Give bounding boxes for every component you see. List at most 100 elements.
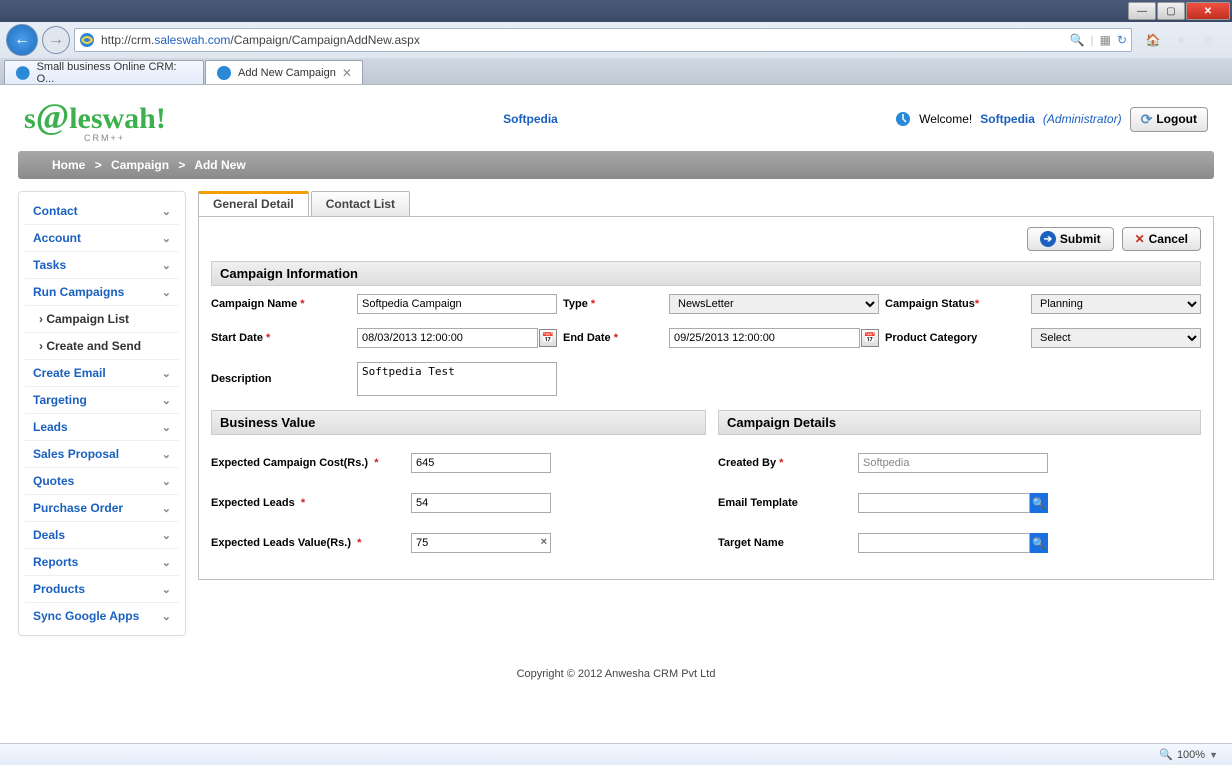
type-select[interactable]: NewsLetter xyxy=(669,294,879,314)
window-maximize-button[interactable]: ▢ xyxy=(1157,2,1185,20)
user-role: (Administrator) xyxy=(1043,112,1122,126)
status-label: Campaign Status* xyxy=(885,298,1025,310)
chevron-down-icon: ⌄ xyxy=(162,232,171,245)
settings-gear-icon[interactable]: ⚙ xyxy=(1200,31,1218,49)
cost-label: Expected Campaign Cost(Rs.) * xyxy=(211,457,411,469)
chevron-down-icon: ⌄ xyxy=(162,367,171,380)
logo[interactable]: s@leswah! CRM++ xyxy=(24,95,166,143)
search-icon[interactable]: 🔍 xyxy=(1070,33,1085,47)
sidebar-item-quotes[interactable]: Quotes⌄ xyxy=(25,468,179,495)
chevron-down-icon: ⌄ xyxy=(162,259,171,272)
description-textarea[interactable]: Softpedia Test xyxy=(357,362,557,396)
chevron-down-icon: ⌄ xyxy=(162,556,171,569)
breadcrumb-item: Add New xyxy=(194,158,245,172)
leads-input[interactable] xyxy=(411,493,551,513)
section-business-value: Business Value xyxy=(211,410,706,435)
end-date-input[interactable] xyxy=(669,328,860,348)
chevron-down-icon: ⌄ xyxy=(162,286,171,299)
welcome-label: Welcome! xyxy=(919,112,972,126)
tab-contact-list[interactable]: Contact List xyxy=(311,191,410,216)
cancel-icon: ✕ xyxy=(1135,232,1145,246)
sidebar-item-reports[interactable]: Reports⌄ xyxy=(25,549,179,576)
sidebar-item-leads[interactable]: Leads⌄ xyxy=(25,414,179,441)
sidebar-sub-campaign-list[interactable]: Campaign List xyxy=(25,306,179,333)
sidebar-item-campaigns[interactable]: Run Campaigns⌄ xyxy=(25,279,179,306)
leads-value-input[interactable] xyxy=(411,533,551,553)
tab-label: Add New Campaign xyxy=(238,67,336,79)
window-title-bar: — ▢ ✕ xyxy=(0,0,1232,22)
product-category-label: Product Category xyxy=(885,332,1025,344)
breadcrumb-item[interactable]: Home xyxy=(52,158,85,172)
campaign-name-input[interactable] xyxy=(357,294,557,314)
chevron-down-icon: ⌄ xyxy=(162,502,171,515)
browser-tab-2[interactable]: Add New Campaign ✕ xyxy=(205,60,363,84)
footer-copyright: Copyright © 2012 Anwesha CRM Pvt Ltd xyxy=(0,648,1232,700)
header-link[interactable]: Softpedia xyxy=(503,112,558,126)
close-tab-icon[interactable]: ✕ xyxy=(342,66,352,80)
cancel-button[interactable]: ✕Cancel xyxy=(1122,227,1201,251)
sidebar-item-tasks[interactable]: Tasks⌄ xyxy=(25,252,179,279)
window-minimize-button[interactable]: — xyxy=(1128,2,1156,20)
sidebar-item-sync-google[interactable]: Sync Google Apps⌄ xyxy=(25,603,179,629)
lookup-icon[interactable]: 🔍 xyxy=(1030,533,1048,553)
favorites-icon[interactable]: ★ xyxy=(1172,31,1190,49)
start-date-input[interactable] xyxy=(357,328,538,348)
end-date-label: End Date * xyxy=(563,332,663,344)
calendar-icon[interactable]: 📅 xyxy=(861,329,879,347)
sidebar-item-account[interactable]: Account⌄ xyxy=(25,225,179,252)
zoom-level[interactable]: 100% xyxy=(1177,749,1205,761)
email-template-input[interactable] xyxy=(858,493,1030,513)
sidebar-item-sales-proposal[interactable]: Sales Proposal⌄ xyxy=(25,441,179,468)
sidebar-item-create-email[interactable]: Create Email⌄ xyxy=(25,360,179,387)
ie-icon xyxy=(15,65,31,81)
sidebar-item-products[interactable]: Products⌄ xyxy=(25,576,179,603)
target-name-input[interactable] xyxy=(858,533,1030,553)
sidebar-item-targeting[interactable]: Targeting⌄ xyxy=(25,387,179,414)
start-date-label: Start Date * xyxy=(211,332,351,344)
browser-forward-button[interactable]: → xyxy=(42,26,70,54)
user-link[interactable]: Softpedia xyxy=(980,112,1035,126)
chevron-down-icon: ⌄ xyxy=(162,421,171,434)
sidebar-sub-create-send[interactable]: Create and Send xyxy=(25,333,179,360)
status-select[interactable]: Planning xyxy=(1031,294,1201,314)
window-close-button[interactable]: ✕ xyxy=(1186,2,1230,20)
url-bar[interactable]: http://crm.saleswah.com/Campaign/Campaig… xyxy=(74,28,1132,52)
type-label: Type * xyxy=(563,298,663,310)
browser-status-bar: 🔍 100% ▼ xyxy=(0,743,1232,765)
email-template-label: Email Template xyxy=(718,497,858,509)
chevron-down-icon: ⌄ xyxy=(162,205,171,218)
sidebar-item-deals[interactable]: Deals⌄ xyxy=(25,522,179,549)
submit-button[interactable]: ➔Submit xyxy=(1027,227,1114,251)
tab-general-detail[interactable]: General Detail xyxy=(198,191,309,216)
tab-label: Small business Online CRM: O... xyxy=(37,61,193,85)
logout-button[interactable]: ⟳ Logout xyxy=(1130,107,1208,132)
browser-tab-1[interactable]: Small business Online CRM: O... xyxy=(4,60,204,84)
breadcrumb-item[interactable]: Campaign xyxy=(111,158,169,172)
campaign-name-label: Campaign Name * xyxy=(211,298,351,310)
ie-icon xyxy=(79,32,95,48)
chevron-down-icon: ⌄ xyxy=(162,610,171,623)
url-options-icon[interactable]: ▦ xyxy=(1100,33,1111,47)
clear-icon[interactable]: × xyxy=(541,536,547,548)
home-icon[interactable]: 🏠 xyxy=(1144,31,1162,49)
product-category-select[interactable]: Select xyxy=(1031,328,1201,348)
breadcrumb: Home > Campaign > Add New xyxy=(18,151,1214,179)
ie-icon xyxy=(216,65,232,81)
created-by-label: Created By * xyxy=(718,457,858,469)
lookup-icon[interactable]: 🔍 xyxy=(1030,493,1048,513)
browser-back-button[interactable]: ← xyxy=(6,24,38,56)
sidebar: Contact⌄ Account⌄ Tasks⌄ Run Campaigns⌄ … xyxy=(18,191,186,636)
zoom-dropdown-icon[interactable]: ▼ xyxy=(1209,750,1218,760)
zoom-icon[interactable]: 🔍 xyxy=(1159,748,1173,761)
chevron-down-icon: ⌄ xyxy=(162,475,171,488)
leads-value-label: Expected Leads Value(Rs.) * xyxy=(211,537,411,549)
sidebar-item-contact[interactable]: Contact⌄ xyxy=(25,198,179,225)
target-name-label: Target Name xyxy=(718,537,858,549)
refresh-icon[interactable]: ↻ xyxy=(1117,33,1127,47)
sidebar-item-purchase-order[interactable]: Purchase Order⌄ xyxy=(25,495,179,522)
refresh-sync-icon[interactable] xyxy=(895,111,911,127)
chevron-down-icon: ⌄ xyxy=(162,394,171,407)
calendar-icon[interactable]: 📅 xyxy=(539,329,557,347)
url-text: http://crm.saleswah.com/Campaign/Campaig… xyxy=(101,33,1064,47)
cost-input[interactable] xyxy=(411,453,551,473)
